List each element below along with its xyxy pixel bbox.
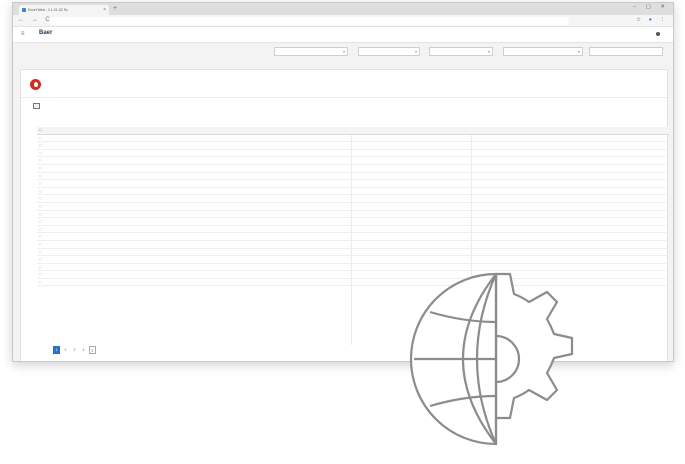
table-row[interactable]: ▢: [37, 180, 669, 188]
address-bar: ← → C ☆ ● ⋮: [13, 15, 673, 27]
row-checkbox[interactable]: ▢: [39, 142, 45, 149]
row-checkbox[interactable]: ▢: [39, 211, 45, 218]
user-icon: [656, 32, 660, 37]
app-logo[interactable]: Baer: [39, 30, 52, 36]
row-checkbox[interactable]: ▢: [39, 165, 45, 172]
table-row[interactable]: ▢: [37, 233, 669, 241]
stage: Excel Web - 4 1-01-02 Sc × + – ▢ ✕ ← → C…: [0, 0, 685, 464]
page-button[interactable]: 5: [89, 346, 96, 354]
tab-favicon-icon: [22, 8, 26, 12]
new-tab-button[interactable]: +: [113, 5, 117, 12]
table-row[interactable]: ▢: [37, 150, 669, 158]
page-button[interactable]: 3: [71, 346, 78, 354]
nav-buttons[interactable]: ← → C: [18, 17, 53, 23]
row-checkbox[interactable]: ▢: [39, 218, 45, 225]
url-input[interactable]: [49, 17, 569, 25]
row-checkbox[interactable]: ▢: [39, 188, 45, 195]
grid-header-row: ☐: [37, 127, 669, 135]
row-checkbox[interactable]: ▢: [39, 279, 45, 286]
chevron-down-icon: ▾: [342, 49, 345, 54]
filter-dropdown-2[interactable]: ▾: [429, 47, 493, 56]
table-row[interactable]: ▢: [37, 142, 669, 150]
table-row[interactable]: ▢: [37, 211, 669, 219]
globe-gear-icon: [409, 272, 574, 446]
page-button[interactable]: 2: [62, 346, 69, 354]
filter-dropdown-3[interactable]: ▾: [503, 47, 583, 56]
table-row[interactable]: ▢: [37, 226, 669, 234]
user-menu[interactable]: [656, 32, 663, 37]
row-checkbox[interactable]: ▢: [39, 271, 45, 278]
filter-search[interactable]: ▾: [274, 47, 348, 56]
folder-icon: [33, 103, 40, 109]
page-button[interactable]: 4: [80, 346, 87, 354]
browser-tab[interactable]: Excel Web - 4 1-01-02 Sc ×: [19, 5, 109, 15]
table-row[interactable]: ▢: [37, 241, 669, 249]
chevron-down-icon: ▾: [487, 49, 490, 54]
row-checkbox[interactable]: ▢: [39, 195, 45, 202]
tab-close-icon[interactable]: ×: [103, 7, 106, 13]
row-checkbox[interactable]: ▢: [39, 233, 45, 240]
row-checkbox[interactable]: ▢: [39, 226, 45, 233]
browser-toolbar-icons[interactable]: ☆ ● ⋮: [636, 17, 668, 23]
row-checkbox[interactable]: ▢: [39, 264, 45, 271]
table-row[interactable]: ▢: [37, 135, 669, 143]
chevron-down-icon: ▾: [577, 49, 580, 54]
row-checkbox[interactable]: ▢: [39, 180, 45, 187]
pagination: 12345: [53, 346, 98, 355]
row-checkbox[interactable]: ▢: [39, 157, 45, 164]
filter-dropdown-1[interactable]: ▾: [358, 47, 420, 56]
row-checkbox[interactable]: ▢: [39, 135, 45, 142]
row-checkbox[interactable]: ▢: [39, 150, 45, 157]
table-row[interactable]: ▢: [37, 203, 669, 211]
row-checkbox[interactable]: ▢: [39, 249, 45, 256]
menu-icon[interactable]: ≡: [21, 31, 25, 37]
filter-apply-button[interactable]: [589, 47, 663, 56]
table-row[interactable]: ▢: [37, 173, 669, 181]
window-controls[interactable]: – ▢ ✕: [633, 4, 669, 10]
table-row[interactable]: ▢: [37, 195, 669, 203]
extension-icon[interactable]: ●: [649, 17, 655, 23]
section-header: [21, 98, 667, 113]
select-all-checkbox[interactable]: ☐: [39, 127, 45, 134]
page-button[interactable]: 1: [53, 346, 60, 354]
table-row[interactable]: ▢: [37, 218, 669, 226]
chevron-down-icon: ▾: [414, 49, 417, 54]
tab-bar: Excel Web - 4 1-01-02 Sc × + – ▢ ✕: [13, 3, 673, 15]
app-header: ≡ Baer: [13, 27, 673, 43]
row-checkbox[interactable]: ▢: [39, 241, 45, 248]
tab-title: Excel Web - 4 1-01-02 Sc: [28, 8, 68, 12]
filter-bar: ▾ ▾ ▾ ▾: [13, 43, 673, 59]
card-header: [21, 70, 667, 98]
table-row[interactable]: ▢: [37, 165, 669, 173]
table-row[interactable]: ▢: [37, 249, 669, 257]
row-checkbox[interactable]: ▢: [39, 256, 45, 263]
table-row[interactable]: ▢: [37, 157, 669, 165]
row-checkbox[interactable]: ▢: [39, 203, 45, 210]
brand-logo-icon: [30, 79, 41, 90]
row-checkbox[interactable]: ▢: [39, 173, 45, 180]
table-row[interactable]: ▢: [37, 188, 669, 196]
